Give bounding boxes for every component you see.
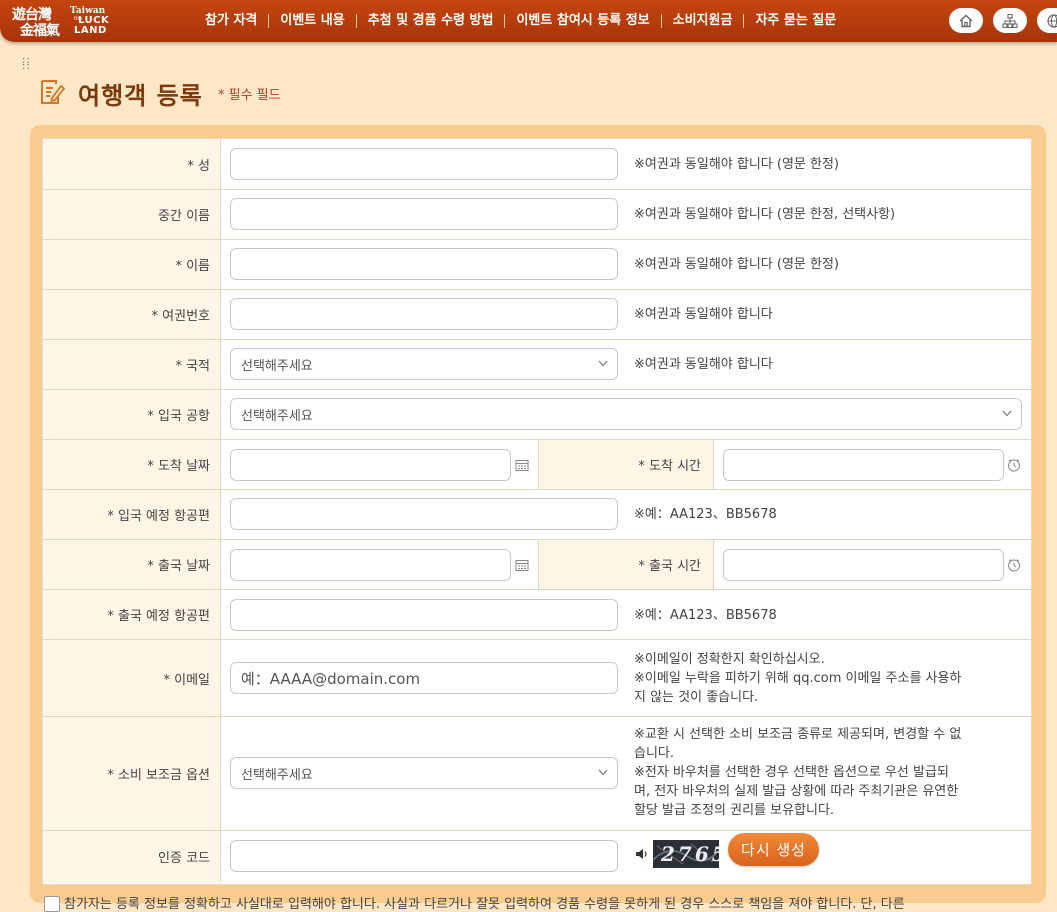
entry-flight-note: ※예：AA123、BB5678 bbox=[634, 507, 777, 522]
nationality-label: * 국적 bbox=[43, 340, 221, 389]
email-note: ※이메일이 정확한지 확인하십시오. ※이메일 누락을 피하기 위해 qq.co… bbox=[634, 650, 961, 707]
nationality-select[interactable]: 선택해주세요 bbox=[230, 348, 618, 380]
subsidy-note-line: 습니다. bbox=[634, 746, 675, 761]
home-icon bbox=[959, 14, 973, 27]
captcha-image: 2765 bbox=[653, 840, 719, 868]
required-field-note: * 필수 필드 bbox=[218, 88, 281, 103]
globe-icon bbox=[1047, 13, 1057, 28]
main-nav: 참가 자격 이벤트 내용 추첨 및 경품 수령 방법 이벤트 참여시 등록 정보… bbox=[194, 13, 847, 29]
row-email: * 이메일 예：AAAA@domain.com ※이메일이 정확한지 확인하십시… bbox=[43, 640, 1031, 717]
departure-date-label: * 출국 날짜 bbox=[43, 540, 221, 589]
row-entry-flight: * 입국 예정 항공편 ※예：AA123、BB5678 bbox=[43, 490, 1031, 540]
arrival-date-label: * 도착 날짜 bbox=[43, 440, 221, 489]
sitemap-button[interactable] bbox=[993, 8, 1027, 33]
entry-airport-select-value: 선택해주세요 bbox=[241, 408, 313, 424]
departure-time-input[interactable] bbox=[723, 549, 1004, 581]
subsidy-note-line: ※전자 바우처를 선택한 경우 선택한 옵션으로 우선 발급되 bbox=[634, 765, 949, 780]
email-note-line: ※이메일이 정확한지 확인하십시오. bbox=[634, 652, 825, 667]
email-input[interactable]: 예：AAAA@domain.com bbox=[230, 662, 618, 694]
last-name-input[interactable] bbox=[230, 148, 618, 180]
last-name-note: ※여권과 동일해야 합니다 (영문 한정) bbox=[634, 157, 840, 172]
row-arrival: * 도착 날짜 * 도착 시간 bbox=[43, 440, 1031, 490]
subsidy-note-line: 할당 발급 조정의 권리를 보유합니다. bbox=[634, 803, 835, 818]
departure-time-label: * 출국 시간 bbox=[538, 540, 714, 589]
calendar-icon[interactable] bbox=[515, 558, 529, 572]
exit-flight-label: * 출국 예정 항공편 bbox=[43, 590, 221, 639]
home-button[interactable] bbox=[949, 8, 983, 33]
middle-name-input[interactable] bbox=[230, 198, 618, 230]
row-last-name: * 성 ※여권과 동일해야 합니다 (영문 한정) bbox=[43, 139, 1031, 190]
email-note-line: ※이메일 누락을 피하기 위해 qq.com 이메일 주소를 사용하 bbox=[634, 671, 962, 686]
row-nationality: * 국적 선택해주세요 ※여권과 동일해야 합니다 bbox=[43, 340, 1031, 390]
passport-input[interactable] bbox=[230, 298, 618, 330]
nationality-note: ※여권과 동일해야 합니다 bbox=[634, 357, 773, 372]
entry-flight-label: * 입국 예정 항공편 bbox=[43, 490, 221, 539]
entry-flight-input[interactable] bbox=[230, 498, 618, 530]
nav-eligibility[interactable]: 참가 자격 bbox=[194, 13, 268, 29]
entry-airport-select[interactable]: 선택해주세요 bbox=[230, 398, 1022, 430]
clock-icon[interactable] bbox=[1007, 458, 1021, 472]
exit-flight-note: ※예：AA123、BB5678 bbox=[634, 608, 777, 623]
middle-name-note: ※여권과 동일해야 합니다 (영문 한정, 선택사항) bbox=[634, 207, 896, 222]
nav-registration-info[interactable]: 이벤트 참여시 등록 정보 bbox=[505, 13, 660, 29]
drag-handle-dots: :::: bbox=[22, 55, 31, 72]
subsidy-note-line: ※교환 시 선택한 소비 보조금 종류로 제공되며, 변경할 수 없 bbox=[634, 727, 962, 742]
first-name-note: ※여권과 동일해야 합니다 (영문 한정) bbox=[634, 257, 840, 272]
exit-flight-input[interactable] bbox=[230, 599, 618, 631]
row-entry-airport: * 입국 공항 선택해주세요 bbox=[43, 390, 1031, 440]
edit-document-icon bbox=[41, 80, 66, 104]
subsidy-note-line: 며, 전자 바우처의 실제 발급 상황에 따라 주최기관은 유연한 bbox=[634, 784, 959, 799]
subsidy-select[interactable]: 선택해주세요 bbox=[230, 757, 618, 789]
arrival-date-input[interactable] bbox=[230, 449, 511, 481]
row-passport: * 여권번호 ※여권과 동일해야 합니다 bbox=[43, 290, 1031, 340]
top-header: 遊台灣 金福氣 Taiwan the LUCK LAND 참가 자격 이벤트 내… bbox=[0, 0, 1057, 42]
subsidy-note: ※교환 시 선택한 소비 보조금 종류로 제공되며, 변경할 수 없 습니다. … bbox=[634, 725, 961, 820]
last-name-label: * 성 bbox=[43, 139, 221, 189]
row-captcha: 인증 코드 2765 다시 생성 bbox=[43, 831, 1031, 882]
sitemap-icon bbox=[1002, 13, 1018, 28]
chevron-down-icon bbox=[1002, 410, 1012, 417]
agree-checkbox[interactable] bbox=[44, 896, 60, 912]
subsidy-select-value: 선택해주세요 bbox=[241, 767, 313, 783]
row-subsidy: * 소비 보조금 옵션 선택해주세요 ※교환 시 선택한 소비 보조금 종류로 … bbox=[43, 717, 1031, 831]
clock-icon[interactable] bbox=[1007, 558, 1021, 572]
nav-faq[interactable]: 자주 묻는 질문 bbox=[744, 13, 847, 29]
departure-date-input[interactable] bbox=[230, 549, 511, 581]
chevron-down-icon bbox=[598, 769, 608, 776]
email-placeholder: 예：AAAA@domain.com bbox=[241, 669, 421, 688]
arrival-time-input[interactable] bbox=[723, 449, 1004, 481]
nav-draw-method[interactable]: 추첨 및 경품 수령 방법 bbox=[357, 13, 505, 29]
middle-name-label: 중간 이름 bbox=[43, 190, 221, 239]
traveler-registration-form: * 성 ※여권과 동일해야 합니다 (영문 한정) 중간 이름 ※여권과 동일해… bbox=[42, 138, 1032, 885]
site-logo[interactable]: 遊台灣 金福氣 Taiwan the LUCK LAND bbox=[12, 3, 109, 39]
subsidy-label: * 소비 보조금 옵션 bbox=[43, 717, 221, 830]
calendar-icon[interactable] bbox=[515, 458, 529, 472]
row-first-name: * 이름 ※여권과 동일해야 합니다 (영문 한정) bbox=[43, 240, 1031, 290]
speaker-icon[interactable] bbox=[635, 848, 649, 860]
passport-note: ※여권과 동일해야 합니다 bbox=[634, 307, 773, 322]
captcha-label: 인증 코드 bbox=[43, 831, 221, 882]
regenerate-captcha-button[interactable]: 다시 생성 bbox=[728, 833, 819, 866]
nationality-select-value: 선택해주세요 bbox=[241, 358, 313, 374]
email-label: * 이메일 bbox=[43, 640, 221, 716]
row-middle-name: 중간 이름 ※여권과 동일해야 합니다 (영문 한정, 선택사항) bbox=[43, 190, 1031, 240]
first-name-input[interactable] bbox=[230, 248, 618, 280]
logo-zh-line2: 金福氣 bbox=[20, 23, 60, 39]
first-name-label: * 이름 bbox=[43, 240, 221, 289]
chevron-down-icon bbox=[598, 360, 608, 367]
logo-en-land: LAND bbox=[74, 25, 107, 36]
row-exit-flight: * 출국 예정 항공편 ※예：AA123、BB5678 bbox=[43, 590, 1031, 640]
email-note-line: 지 않는 것이 좋습니다. bbox=[634, 690, 759, 705]
captcha-text: 2765 bbox=[661, 842, 719, 866]
nav-subsidy[interactable]: 소비지원금 bbox=[662, 13, 744, 29]
page-title: 여행객 등록 bbox=[78, 82, 203, 110]
arrival-time-label: * 도착 시간 bbox=[538, 440, 714, 489]
entry-airport-label: * 입국 공항 bbox=[43, 390, 221, 439]
passport-label: * 여권번호 bbox=[43, 290, 221, 339]
language-button[interactable] bbox=[1037, 8, 1057, 33]
nav-event-details[interactable]: 이벤트 내용 bbox=[269, 13, 355, 29]
captcha-input[interactable] bbox=[230, 840, 618, 872]
row-departure: * 출국 날짜 * 출국 시간 bbox=[43, 540, 1031, 590]
